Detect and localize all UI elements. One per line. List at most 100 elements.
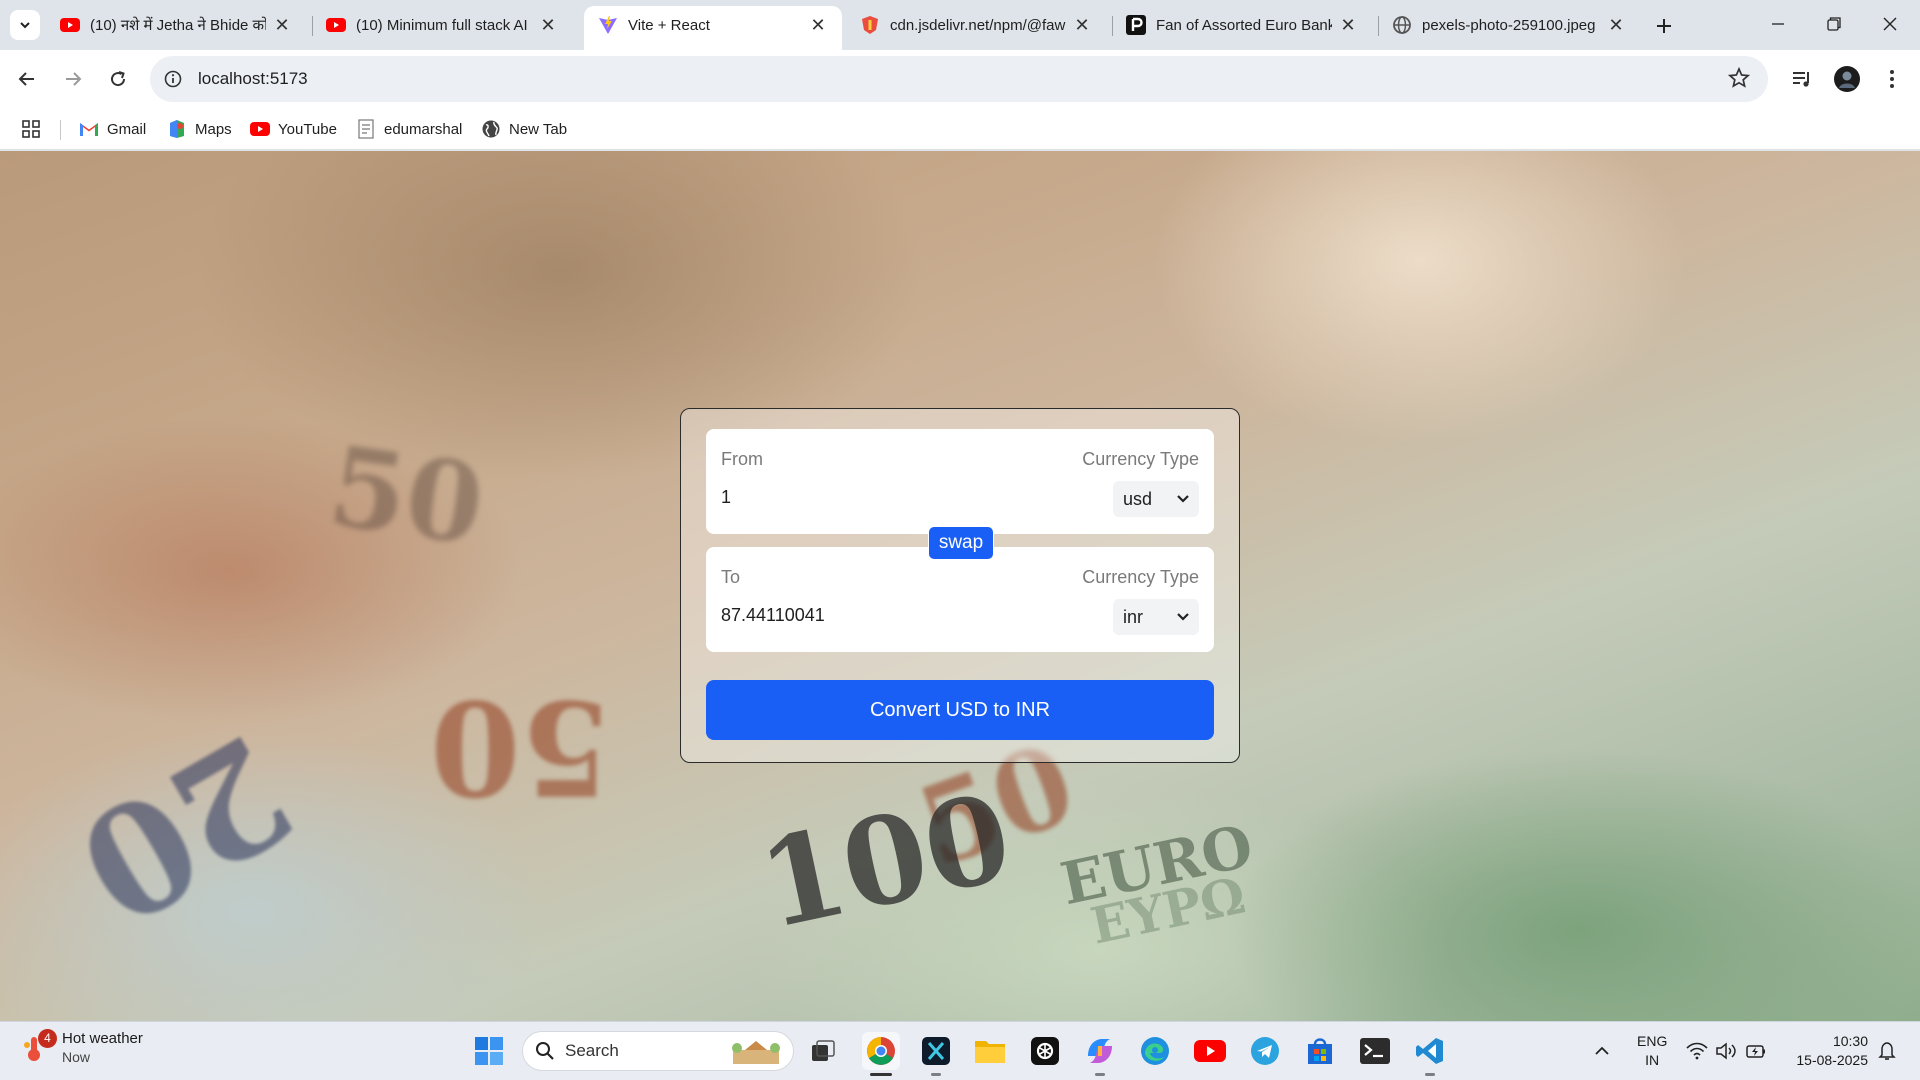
- tab-title: Vite + React: [628, 16, 710, 34]
- clock-date: 15-08-2025: [1796, 1052, 1868, 1068]
- background-banknote-text: 50: [430, 671, 611, 824]
- to-currency-select[interactable]: inr: [1113, 599, 1199, 635]
- taskbar-file-explorer[interactable]: [971, 1032, 1009, 1070]
- chevron-down-icon: [20, 22, 30, 29]
- restore-button[interactable]: [1806, 0, 1862, 48]
- tab-vite-react[interactable]: Vite + React ✕: [584, 6, 842, 50]
- document-icon: [356, 119, 376, 139]
- bookmark-youtube[interactable]: YouTube: [250, 116, 337, 142]
- background-banknote-text: ΕΥΡΩ: [1085, 865, 1251, 956]
- notifications-icon[interactable]: [1876, 1040, 1898, 1062]
- new-tab-button[interactable]: [1650, 12, 1678, 40]
- chevron-down-icon: [1177, 613, 1189, 621]
- back-button[interactable]: [9, 61, 45, 97]
- to-amount-input[interactable]: [721, 605, 1021, 626]
- weather-widget[interactable]: 4 Hot weather Now: [22, 1028, 143, 1065]
- close-icon[interactable]: ✕: [272, 15, 292, 35]
- globe-icon: [1392, 15, 1412, 35]
- running-indicator: [1425, 1073, 1435, 1076]
- from-label: From: [721, 449, 763, 469]
- wifi-icon[interactable]: [1686, 1040, 1708, 1062]
- taskbar-youtube[interactable]: [1191, 1032, 1229, 1070]
- taskbar-chrome[interactable]: [862, 1032, 900, 1076]
- youtube-icon: [60, 15, 80, 35]
- vite-icon: [598, 15, 618, 35]
- close-icon[interactable]: ✕: [1338, 15, 1358, 35]
- chevron-down-icon: [1177, 495, 1189, 503]
- from-currency-type-label: Currency Type: [1082, 449, 1199, 469]
- start-button[interactable]: [470, 1032, 508, 1070]
- bookmark-maps[interactable]: Maps: [167, 116, 232, 142]
- bookmark-label: Maps: [195, 120, 232, 138]
- weather-badge: 4: [38, 1028, 57, 1048]
- profile-avatar[interactable]: [1831, 63, 1863, 95]
- language-line1: ENG: [1637, 1033, 1668, 1049]
- gmail-icon: [79, 119, 99, 139]
- task-view-button[interactable]: [804, 1032, 842, 1070]
- convert-button[interactable]: Convert USD to INR: [706, 680, 1214, 740]
- from-currency-value: usd: [1123, 488, 1153, 509]
- tab-youtube-jetha[interactable]: (10) नशे में Jetha ने Bhide को ✕: [46, 8, 306, 42]
- url-text[interactable]: localhost:5173: [198, 69, 308, 89]
- language-indicator[interactable]: ENG IN: [1637, 1032, 1667, 1070]
- browser-toolbar: localhost:5173: [0, 50, 1920, 108]
- taskbar-terminal[interactable]: [1356, 1032, 1394, 1070]
- bookmark-label: Gmail: [107, 120, 147, 138]
- taskbar-search-box[interactable]: Search: [522, 1031, 794, 1071]
- bookmark-new-tab[interactable]: New Tab: [481, 116, 567, 142]
- volume-icon[interactable]: [1715, 1040, 1737, 1062]
- taskbar-copilot[interactable]: [1081, 1032, 1119, 1076]
- close-icon[interactable]: ✕: [1072, 15, 1092, 35]
- taskbar-edge[interactable]: [1136, 1032, 1174, 1070]
- windows-logo-icon: [475, 1037, 503, 1065]
- swap-button[interactable]: swap: [928, 526, 994, 560]
- address-bar[interactable]: localhost:5173: [150, 56, 1768, 102]
- more-menu-icon[interactable]: [1876, 63, 1908, 95]
- from-amount-input[interactable]: [721, 487, 1021, 508]
- tab-search-button[interactable]: [10, 10, 40, 40]
- taskbar-chatgpt[interactable]: [1026, 1032, 1064, 1070]
- plus-icon: [1657, 19, 1671, 33]
- close-icon[interactable]: ✕: [808, 15, 828, 35]
- forward-button[interactable]: [55, 61, 91, 97]
- tab-youtube-fullstack[interactable]: (10) Minimum full stack AI ✕: [312, 8, 572, 42]
- to-currency-type-label: Currency Type: [1082, 567, 1199, 587]
- apps-grid-icon[interactable]: [22, 116, 40, 142]
- terminal-icon: [1360, 1038, 1390, 1064]
- taskbar-app-dark[interactable]: [917, 1032, 955, 1076]
- bookmark-edumarshal[interactable]: edumarshal: [356, 116, 462, 142]
- running-indicator: [870, 1073, 892, 1076]
- chrome-icon: [867, 1037, 895, 1065]
- taskbar-store[interactable]: [1301, 1032, 1339, 1070]
- chatgpt-icon: [1031, 1037, 1059, 1065]
- close-window-button[interactable]: [1862, 0, 1918, 48]
- tab-title: cdn.jsdelivr.net/npm/@faw: [890, 16, 1066, 34]
- from-currency-select[interactable]: usd: [1113, 481, 1199, 517]
- bookmark-star-icon[interactable]: [1727, 66, 1751, 94]
- site-info-icon[interactable]: [162, 68, 184, 90]
- media-controls-icon[interactable]: [1786, 63, 1818, 95]
- close-icon: [1883, 17, 1897, 31]
- taskbar-vscode[interactable]: [1411, 1032, 1449, 1076]
- thermometer-icon: 4: [22, 1028, 57, 1063]
- system-clock[interactable]: 10:30 15-08-2025: [1786, 1032, 1868, 1070]
- bookmark-gmail[interactable]: Gmail: [79, 116, 146, 142]
- battery-icon[interactable]: [1745, 1040, 1767, 1062]
- taskbar-telegram[interactable]: [1246, 1032, 1284, 1070]
- close-icon[interactable]: ✕: [1606, 15, 1626, 35]
- show-hidden-icons-button[interactable]: [1591, 1040, 1613, 1062]
- jsdelivr-icon: [860, 15, 880, 35]
- tab-pexels-jpeg[interactable]: pexels-photo-259100.jpeg ✕: [1378, 8, 1640, 42]
- minimize-button[interactable]: [1750, 0, 1806, 48]
- tab-title: pexels-photo-259100.jpeg: [1422, 16, 1596, 34]
- close-icon[interactable]: ✕: [538, 15, 558, 35]
- chevron-up-icon: [1595, 1046, 1609, 1055]
- tab-pexels-fan[interactable]: Fan of Assorted Euro Banki ✕: [1112, 8, 1372, 42]
- tab-jsdelivr[interactable]: cdn.jsdelivr.net/npm/@faw ✕: [846, 8, 1106, 42]
- youtube-icon: [1194, 1040, 1226, 1062]
- bookmark-label: edumarshal: [384, 120, 463, 138]
- bookmark-label: YouTube: [278, 120, 337, 138]
- edge-icon: [1141, 1037, 1169, 1065]
- reload-button[interactable]: [100, 61, 136, 97]
- minimize-icon: [1772, 23, 1784, 25]
